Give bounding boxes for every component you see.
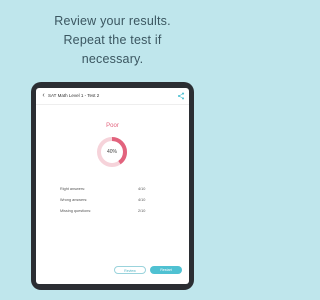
chevron-left-icon[interactable]: ‹ — [39, 88, 48, 104]
app-bar: ‹ SAT Math Level 1 - Test 2 — [36, 88, 189, 104]
review-button[interactable]: Review — [114, 266, 146, 274]
results-stats: Right answers: 4/10 Wrong answers: 4/10 … — [60, 184, 150, 217]
tablet-frame: ‹ SAT Math Level 1 - Test 2 Poor 40% Rig… — [31, 82, 194, 290]
stat-row-right: Right answers: 4/10 — [60, 184, 150, 195]
score-percent: 40% — [106, 149, 117, 155]
stat-value: 4/10 — [138, 187, 146, 191]
grade-label: Poor — [106, 123, 119, 129]
test-title: SAT Math Level 1 - Test 2 — [48, 93, 100, 98]
headline-line-2: Repeat the test if — [63, 33, 162, 47]
stat-value: 2/10 — [138, 209, 146, 213]
app-bar-divider — [36, 104, 189, 105]
stat-label: Wrong answers: — [60, 198, 88, 202]
results-screen: ‹ SAT Math Level 1 - Test 2 Poor 40% Rig… — [36, 88, 189, 284]
stat-row-missing: Missing questions: 2/10 — [60, 206, 150, 217]
restart-button[interactable]: Restart — [150, 266, 182, 274]
promo-headline: Review your results. Repeat the test if … — [0, 12, 225, 69]
headline-line-1: Review your results. — [54, 14, 171, 28]
stat-row-wrong: Wrong answers: 4/10 — [60, 195, 150, 206]
stat-value: 4/10 — [138, 198, 146, 202]
headline-line-3: necessary. — [81, 52, 144, 66]
stat-label: Right answers: — [60, 187, 86, 191]
share-icon[interactable] — [177, 92, 185, 100]
stat-label: Missing questions: — [60, 209, 92, 213]
